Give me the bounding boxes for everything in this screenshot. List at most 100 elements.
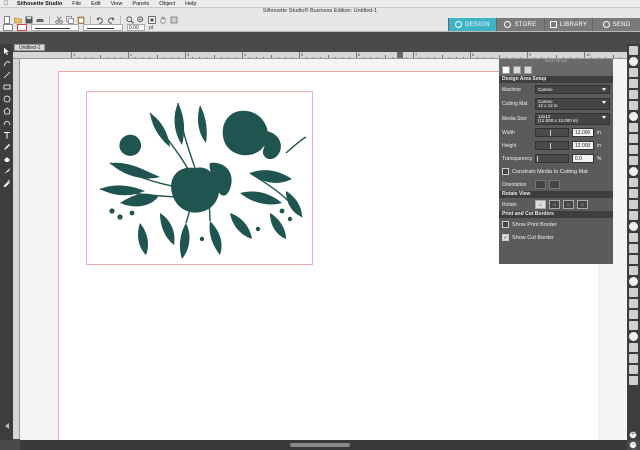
zoom-out-button[interactable]: −: [629, 441, 637, 449]
rectangle-tool-icon[interactable]: [2, 82, 11, 91]
height-input[interactable]: 12.000: [572, 141, 594, 150]
media-size-dropdown[interactable]: 12x12 (12.000 x 12.000 in): [535, 112, 610, 125]
nesting-icon[interactable]: [629, 244, 638, 253]
width-slider[interactable]: [535, 128, 569, 137]
grid-tab-icon[interactable]: [513, 66, 521, 74]
draw-pencil-icon[interactable]: [2, 142, 11, 151]
design-tab-icon: [455, 21, 463, 28]
cutting-mat-dropdown[interactable]: Cameo 12 x 12 in: [535, 97, 610, 110]
cut-border-checkbox[interactable]: ✓: [502, 234, 509, 241]
library-icon[interactable]: [629, 178, 638, 187]
apple-menu-icon[interactable]: : [0, 1, 12, 7]
rotate-0-icon[interactable]: □: [535, 200, 546, 209]
transparency-icon[interactable]: [629, 90, 638, 99]
preferences-icon[interactable]: [629, 332, 638, 341]
menu-view[interactable]: View: [106, 1, 128, 7]
fill-color-swatch[interactable]: [3, 24, 13, 31]
text-tool-icon[interactable]: [2, 130, 11, 139]
ruler-number: 8: [472, 52, 475, 57]
line-color-icon[interactable]: [629, 57, 638, 66]
line-join-dropdown[interactable]: [83, 24, 123, 31]
rotate-90-icon[interactable]: □: [549, 200, 560, 209]
print-border-checkbox[interactable]: [502, 221, 509, 228]
eyedropper-icon[interactable]: [2, 178, 11, 187]
ellipse-tool-icon[interactable]: [2, 94, 11, 103]
line-color-swatch[interactable]: [17, 24, 27, 31]
rhinestone-icon[interactable]: [629, 233, 638, 242]
transparency-input[interactable]: 0.0: [572, 154, 594, 163]
scrollbar-thumb[interactable]: [290, 443, 350, 447]
knife-tool-icon[interactable]: [629, 310, 638, 319]
line-tool-icon[interactable]: [2, 70, 11, 79]
machine-dropdown[interactable]: Cameo: [535, 85, 610, 94]
ruler-tick: [584, 52, 585, 58]
help-icon[interactable]: [629, 343, 638, 352]
background-tab-icon[interactable]: [524, 66, 532, 74]
rotate-270-icon[interactable]: □: [577, 200, 588, 209]
replicate-icon[interactable]: [629, 123, 638, 132]
floral-design[interactable]: [90, 93, 312, 265]
height-slider[interactable]: [535, 141, 569, 150]
page-setup-panel: PAGE SETUP Design Area Setup Machine Cam…: [499, 59, 613, 264]
width-input[interactable]: 12.000: [572, 128, 594, 137]
section-design-area: Design Area Setup: [499, 76, 613, 83]
page-setup-icon[interactable]: [629, 211, 638, 220]
color-swatch-icon[interactable]: [629, 46, 638, 55]
menu-object[interactable]: Object: [154, 1, 180, 7]
cut-settings-icon[interactable]: [629, 255, 638, 264]
arrow-down-icon[interactable]: [629, 376, 638, 385]
layer-panel-icon[interactable]: [629, 354, 638, 363]
knife-icon[interactable]: [2, 166, 11, 175]
print-border-label: Show Print Border: [512, 221, 557, 228]
eraser-icon[interactable]: [2, 154, 11, 163]
rotate-180-icon[interactable]: □: [563, 200, 574, 209]
media-size-row: Media Size 12x12 (12.000 x 12.000 in): [499, 111, 613, 126]
line-style-dropdown[interactable]: [31, 24, 79, 31]
rotate-icon[interactable]: [629, 288, 638, 297]
menu-file[interactable]: File: [67, 1, 86, 7]
tab-library[interactable]: LIBRARY: [544, 18, 592, 31]
curve-tool-icon[interactable]: [2, 118, 11, 127]
stats-icon[interactable]: [629, 321, 638, 330]
select-arrow-icon[interactable]: [2, 46, 11, 55]
menu-edit[interactable]: Edit: [86, 1, 105, 7]
cutting-mat-row: Cutting Mat Cameo 12 x 12 in: [499, 96, 613, 111]
shear-icon[interactable]: [629, 299, 638, 308]
tab-store[interactable]: STORE: [496, 18, 544, 31]
sketch-icon[interactable]: [629, 200, 638, 209]
trace-icon[interactable]: [629, 167, 638, 176]
tab-send[interactable]: SEND: [592, 18, 640, 31]
text-style-icon[interactable]: [629, 189, 638, 198]
fill-pattern-icon[interactable]: [629, 68, 638, 77]
modify-icon[interactable]: [629, 145, 638, 154]
menu-panels[interactable]: Panels: [127, 1, 154, 7]
scale-icon[interactable]: [629, 266, 638, 275]
collapse-arrow-icon[interactable]: [2, 421, 11, 430]
transparency-slider[interactable]: [535, 154, 569, 163]
layers-icon[interactable]: [629, 101, 638, 110]
transparency-label: Transparency: [502, 155, 533, 162]
zoom-in-button[interactable]: +: [629, 431, 637, 439]
landscape-orientation-icon[interactable]: [549, 180, 560, 189]
menu-app[interactable]: Silhouette Studio: [12, 1, 67, 7]
portrait-orientation-icon[interactable]: [535, 180, 546, 189]
point-edit-icon[interactable]: [2, 58, 11, 67]
move-icon[interactable]: [629, 277, 638, 286]
chevron-down-icon: [602, 100, 606, 104]
ruler-top: 1234567891011: [13, 52, 627, 59]
polygon-tool-icon[interactable]: [2, 106, 11, 115]
grid-icon[interactable]: [629, 222, 638, 231]
offset-icon[interactable]: [629, 156, 638, 165]
constrain-checkbox[interactable]: [502, 168, 509, 175]
align-icon[interactable]: [629, 112, 638, 121]
page-setup-tab-icon[interactable]: [502, 66, 510, 74]
menu-help[interactable]: Help: [180, 1, 201, 7]
transform-icon[interactable]: [629, 134, 638, 143]
tab-design[interactable]: DESIGN: [448, 18, 496, 31]
line-width-input[interactable]: 0.00: [127, 24, 145, 31]
ruler-tick: [413, 52, 414, 58]
document-tab[interactable]: Untitled-1: [14, 44, 46, 51]
horizontal-scrollbar[interactable]: [20, 440, 627, 450]
gradient-icon[interactable]: [629, 79, 638, 88]
zoom-icon[interactable]: [629, 365, 638, 374]
